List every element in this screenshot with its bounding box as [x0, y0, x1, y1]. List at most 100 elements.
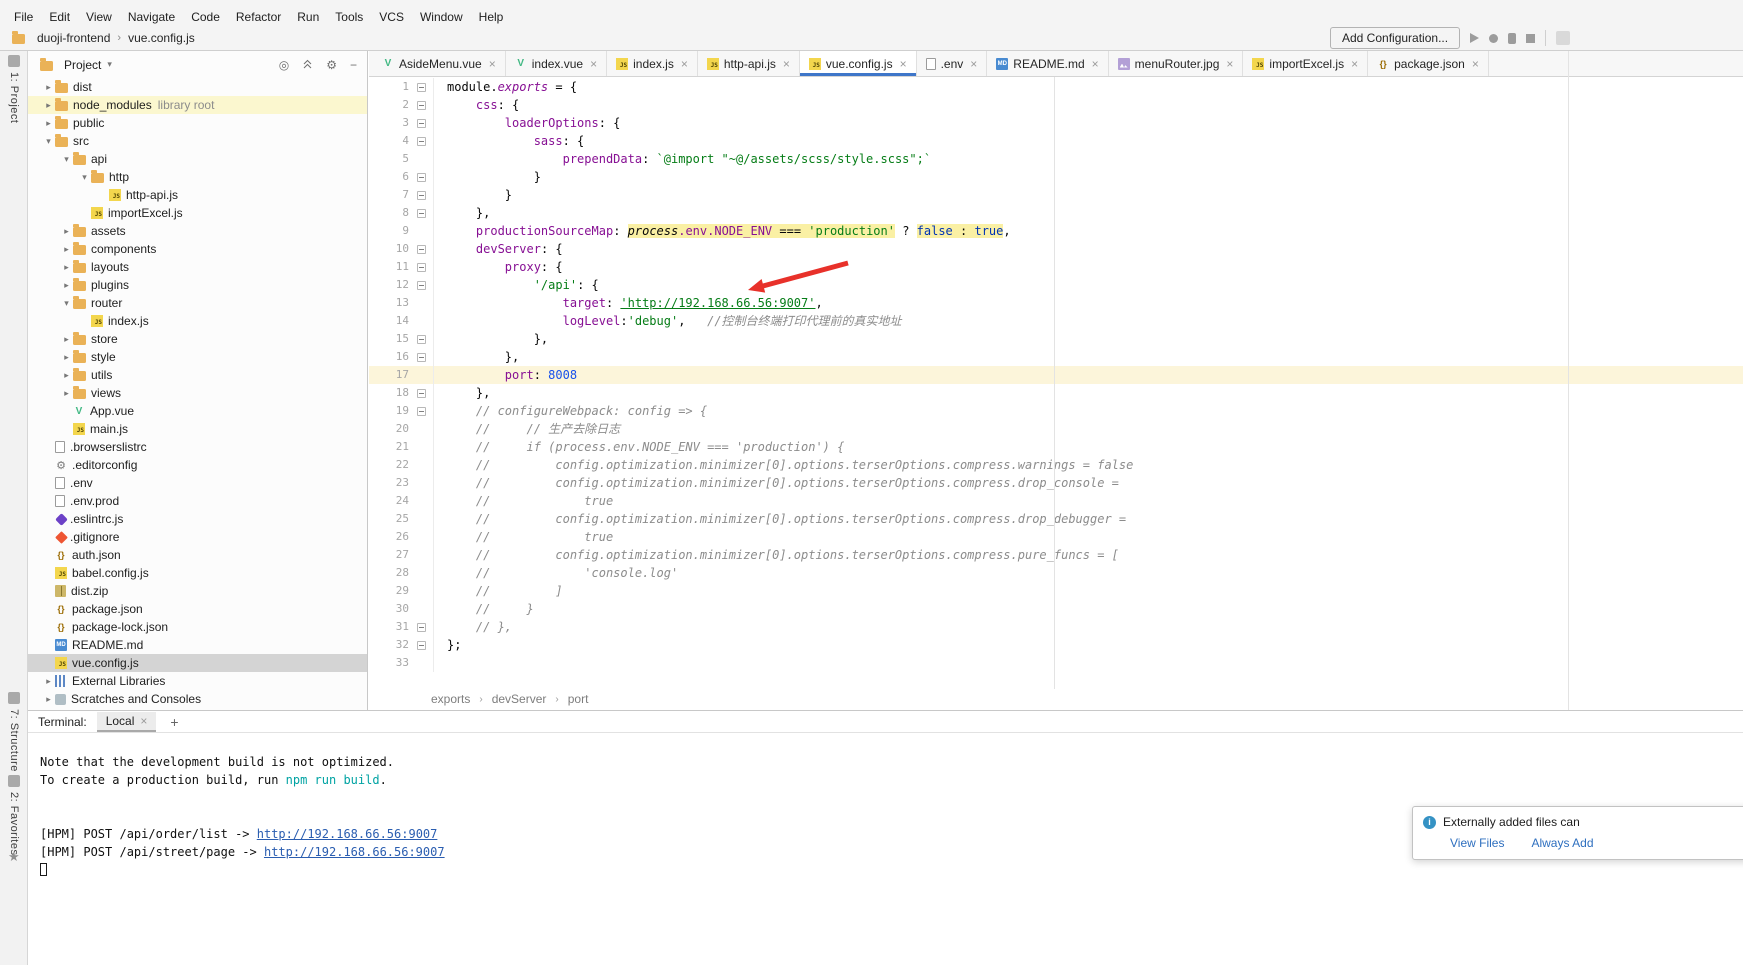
editor-tab[interactable]: menuRouter.jpg× [1109, 51, 1244, 76]
menu-item-navigate[interactable]: Navigate [120, 9, 183, 25]
project-tree-item[interactable]: ▾router [28, 294, 367, 312]
editor-tab[interactable]: .env× [917, 51, 988, 76]
project-tree-item[interactable]: dist.zip [28, 582, 367, 600]
stripe-button-structure[interactable]: 7: Structure [0, 692, 28, 772]
code-line[interactable]: 8 }, [369, 204, 1743, 222]
code-line[interactable]: 3 loaderOptions: { [369, 114, 1743, 132]
project-tree-item[interactable]: ▸style [28, 348, 367, 366]
editor-tab[interactable]: vue.config.js× [800, 51, 917, 76]
star-icon[interactable]: ★ [8, 849, 20, 865]
code-line[interactable]: 9 productionSourceMap: process.env.NODE_… [369, 222, 1743, 240]
close-icon[interactable]: × [970, 57, 977, 71]
coverage-icon[interactable] [1508, 33, 1516, 44]
editor-tab[interactable]: importExcel.js× [1243, 51, 1368, 76]
fold-marker[interactable] [409, 389, 433, 398]
project-tree-item[interactable]: ▸dist [28, 78, 367, 96]
fold-marker[interactable] [409, 173, 433, 182]
stop-icon[interactable] [1526, 34, 1535, 43]
close-icon[interactable]: × [489, 57, 496, 71]
chevron-right-icon[interactable]: ▸ [60, 388, 73, 399]
project-tree-item[interactable]: importExcel.js [28, 204, 367, 222]
editor-tab[interactable]: index.vue× [506, 51, 607, 76]
project-tree-item[interactable]: package-lock.json [28, 618, 367, 636]
project-tree-item[interactable]: .env [28, 474, 367, 492]
project-tree-item[interactable]: package.json [28, 600, 367, 618]
code-line[interactable]: 15 }, [369, 330, 1743, 348]
project-tree-item[interactable]: vue.config.js [28, 654, 367, 672]
menu-item-refactor[interactable]: Refactor [228, 9, 289, 25]
editor-tab[interactable]: README.md× [987, 51, 1108, 76]
fold-marker[interactable] [409, 83, 433, 92]
menu-item-file[interactable]: File [6, 9, 41, 25]
menu-item-help[interactable]: Help [471, 9, 512, 25]
settings-gear-icon[interactable]: ⚙ [326, 58, 337, 72]
breadcrumb-item[interactable]: devServer [492, 692, 547, 706]
project-tree-item[interactable]: .env.prod [28, 492, 367, 510]
chevron-right-icon[interactable]: ▸ [42, 694, 55, 705]
fold-marker[interactable] [409, 335, 433, 344]
hide-panel-icon[interactable]: − [350, 58, 357, 72]
menu-item-window[interactable]: Window [412, 9, 471, 25]
chevron-right-icon[interactable]: ▸ [60, 262, 73, 273]
code-editor[interactable]: 1module.exports = {2 css: {3 loaderOptio… [369, 78, 1743, 672]
chevron-right-icon[interactable]: ▸ [60, 334, 73, 345]
breadcrumb-item[interactable]: exports [431, 692, 470, 706]
code-line[interactable]: 26 // true [369, 528, 1743, 546]
debug-icon[interactable] [1489, 34, 1498, 43]
project-tree-item[interactable]: ▸Scratches and Consoles [28, 690, 367, 708]
code-line[interactable]: 5 prependData: `@import "~@/assets/scss/… [369, 150, 1743, 168]
code-line[interactable]: 14 logLevel:'debug', //控制台终端打印代理前的真实地址 [369, 312, 1743, 330]
close-icon[interactable]: × [900, 57, 907, 71]
stripe-button-favorites[interactable]: 2: Favorites [0, 775, 28, 855]
fold-marker[interactable] [409, 191, 433, 200]
chevron-right-icon[interactable]: ▸ [42, 82, 55, 93]
close-icon[interactable]: × [590, 57, 597, 71]
breadcrumb-file[interactable]: vue.config.js [128, 31, 195, 45]
code-line[interactable]: 28 // 'console.log' [369, 564, 1743, 582]
project-view-selector[interactable]: Project [64, 58, 101, 72]
project-tree-item[interactable]: ▾src [28, 132, 367, 150]
project-tree-item[interactable]: .editorconfig [28, 456, 367, 474]
code-line[interactable]: 30 // } [369, 600, 1743, 618]
fold-marker[interactable] [409, 119, 433, 128]
chevron-down-icon[interactable]: ▾ [60, 154, 73, 165]
breadcrumb-item[interactable]: port [568, 692, 589, 706]
project-tree-item[interactable]: .eslintrc.js [28, 510, 367, 528]
code-line[interactable]: 33 [369, 654, 1743, 672]
fold-marker[interactable] [409, 407, 433, 416]
code-line[interactable]: 23 // config.optimization.minimizer[0].o… [369, 474, 1743, 492]
code-line[interactable]: 20 // // 生产去除日志 [369, 420, 1743, 438]
menu-item-vcs[interactable]: VCS [371, 9, 412, 25]
editor-scrollbar-track[interactable] [1568, 51, 1569, 710]
project-tree-item[interactable]: .browserslistrc [28, 438, 367, 456]
close-icon[interactable]: × [1226, 57, 1233, 71]
project-tree-item[interactable]: ▸components [28, 240, 367, 258]
project-tree-item[interactable]: index.js [28, 312, 367, 330]
view-files-link[interactable]: View Files [1450, 836, 1504, 850]
editor-tab[interactable]: index.js× [607, 51, 698, 76]
chevron-right-icon[interactable]: ▸ [42, 100, 55, 111]
project-tree-item[interactable]: babel.config.js [28, 564, 367, 582]
fold-marker[interactable] [409, 641, 433, 650]
editor-tab[interactable]: http-api.js× [698, 51, 800, 76]
code-line[interactable]: 19 // configureWebpack: config => { [369, 402, 1743, 420]
code-line[interactable]: 16 }, [369, 348, 1743, 366]
project-tree-item[interactable]: ▸utils [28, 366, 367, 384]
project-tree-item[interactable]: ▸views [28, 384, 367, 402]
code-line[interactable]: 22 // config.optimization.minimizer[0].o… [369, 456, 1743, 474]
close-icon[interactable]: × [1092, 57, 1099, 71]
project-tree-item[interactable]: ▸public [28, 114, 367, 132]
fold-marker[interactable] [409, 137, 433, 146]
menu-item-tools[interactable]: Tools [327, 9, 371, 25]
chevron-down-icon[interactable]: ▾ [42, 136, 55, 147]
project-tree-item[interactable]: ▸node_moduleslibrary root [28, 96, 367, 114]
collapse-all-icon[interactable] [302, 59, 313, 70]
locate-icon[interactable]: ◎ [279, 58, 289, 72]
fold-marker[interactable] [409, 353, 433, 362]
fold-marker[interactable] [409, 101, 433, 110]
project-tree-item[interactable]: ▸layouts [28, 258, 367, 276]
clipped-toolbar-icon[interactable] [1556, 31, 1570, 45]
project-tree-item[interactable]: README.md [28, 636, 367, 654]
project-tree-item[interactable]: ▾http [28, 168, 367, 186]
menu-item-code[interactable]: Code [183, 9, 228, 25]
